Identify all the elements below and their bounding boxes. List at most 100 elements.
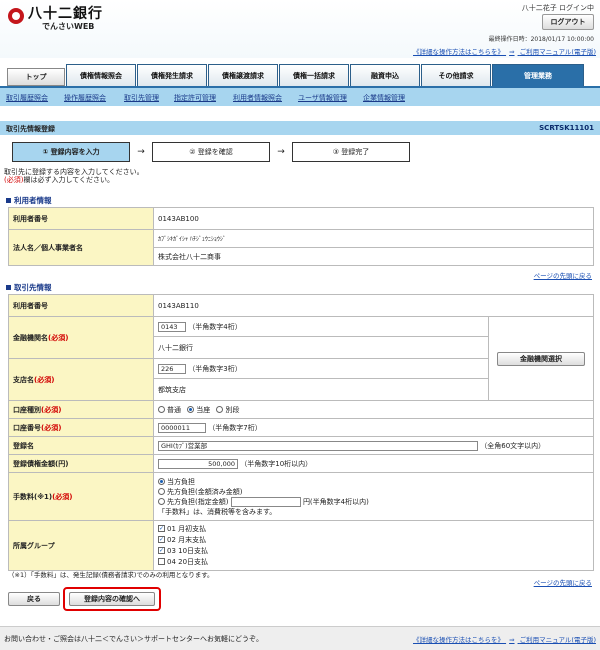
table-row: 法人名／個人事業者名 ｶﾌﾞｼｷｶﾞｲｼｬ ﾊﾁｼﾞｭｳﾆｼｮｳｼﾞ: [8, 229, 594, 266]
subnav-user-info[interactable]: 利用者情報照会: [233, 93, 282, 103]
company-name: 株式会社八十二商事: [153, 247, 594, 266]
arrow-right-icon: →: [137, 147, 145, 157]
table-row: 利用者番号 0143AB100: [8, 207, 594, 230]
back-button[interactable]: 戻る: [8, 592, 60, 606]
footer-detail-link[interactable]: 《詳細な操作方法はこちらを》: [413, 636, 504, 644]
subnav-user-management[interactable]: ユーザ情報管理: [298, 93, 347, 103]
confirm-button[interactable]: 登録内容の確認へ: [69, 592, 155, 606]
tab-financing[interactable]: 融資申込: [350, 64, 420, 86]
account-no-input[interactable]: 0000011: [158, 422, 206, 433]
amount-cell: 500,000 （半角数字10桁以内）: [153, 454, 594, 473]
header: 八十二銀行 でんさいWEB 八十二花子 ログイン中 ログアウト 最終操作日時：2…: [0, 0, 600, 58]
footer-links: 《詳細な操作方法はこちらを》 ⇒ ご利用マニュアル(電子版): [413, 634, 596, 644]
instruction-line-2: 欄は必ず入力してください。: [23, 176, 115, 184]
go-top-link[interactable]: ページの先頭に戻る: [534, 270, 592, 280]
tab-bulk-request[interactable]: 債権一括請求: [279, 64, 349, 86]
tab-top[interactable]: トップ: [7, 68, 65, 86]
table-row: 口座番号(必須) 0000011 （半角数字7桁）: [8, 418, 594, 437]
bank-code-hint: （半角数字4桁）: [188, 322, 242, 331]
radio-fee-own[interactable]: [158, 478, 165, 485]
company-name-kana: ｶﾌﾞｼｷｶﾞｲｼｬ ﾊﾁｼﾞｭｳﾆｼｮｳｼﾞ: [153, 229, 594, 248]
radio-futsu[interactable]: [158, 406, 165, 413]
tab-credit-inquiry[interactable]: 債権情報照会: [66, 64, 136, 86]
logo-subtitle: でんさいWEB: [42, 22, 95, 31]
bank-select-button[interactable]: 金融機関選択: [497, 351, 585, 366]
section-partner-info: 取引先情報: [6, 282, 52, 293]
table-row: 登録債権金額(円) 500,000 （半角数字10桁以内）: [8, 454, 594, 473]
instructions: 取引先に登録する内容を入力してください。 (必須)欄は必ず入力してください。: [4, 168, 144, 184]
footer-contact: お問い合わせ・ご照会は八十二＜でんさい＞サポートセンターへお気軽にどうぞ。: [4, 635, 263, 643]
user-info-table: 利用者番号 0143AB100 法人名／個人事業者名 ｶﾌﾞｼｷｶﾞｲｼｬ ﾊﾁ…: [8, 207, 594, 266]
bank-code-cell: 0143 （半角数字4桁）: [153, 316, 489, 337]
subnav-partner-management[interactable]: 取引先管理: [124, 93, 159, 103]
bank-logo: 八十二銀行 でんさいWEB: [8, 6, 103, 32]
subnav-permission-management[interactable]: 指定許可管理: [174, 93, 216, 103]
table-row: 手数料(※1)(必須) 当方負担 先方負担(金額済み金額) 先方負担(指定金額)…: [8, 472, 594, 521]
confirm-highlight: 登録内容の確認へ: [63, 587, 161, 611]
branch-name-value: 都筑支店: [153, 378, 489, 401]
required-mark: (必須): [4, 176, 24, 184]
table-row: 金融機関名(必須) 0143 （半角数字4桁） 金融機関選択: [8, 316, 594, 401]
subnav-company-management[interactable]: 企業情報管理: [363, 93, 405, 103]
fee-note: 「手数料」は、消費税等を含みます。: [158, 507, 277, 516]
subnav-transaction-history[interactable]: 取引履歴照会: [6, 93, 48, 103]
table-row: 口座種別(必須) 普通 当座 別段: [8, 400, 594, 419]
logo-text: 八十二銀行: [28, 6, 103, 22]
manual-link[interactable]: ご利用マニュアル(電子版): [520, 48, 596, 56]
branch-code-cell: 226 （半角数字3桁）: [153, 358, 489, 379]
register-name-input[interactable]: GHI(ｶﾌﾞ)営業部: [158, 440, 478, 451]
arrow-icon: ⇒: [509, 636, 515, 644]
go-top-link[interactable]: ページの先頭に戻る: [534, 577, 592, 587]
branch-code-input[interactable]: 226: [158, 363, 186, 374]
screen-code: SCRTSK11101: [539, 124, 594, 132]
account-no-cell: 0000011 （半角数字7桁）: [153, 418, 594, 437]
checkbox-group-03[interactable]: ✓: [158, 547, 165, 554]
bank-code-input[interactable]: 0143: [158, 321, 186, 332]
subnav-operation-history[interactable]: 操作履歴照会: [64, 93, 106, 103]
tab-credit-transfer[interactable]: 債権譲渡請求: [208, 64, 278, 86]
branch-label: 支店名(必須): [8, 358, 154, 401]
arrow-icon: ⇒: [509, 48, 515, 56]
user-no-value: 0143AB100: [153, 207, 594, 230]
company-name-label: 法人名／個人事業者名: [8, 229, 154, 266]
branch-code-hint: （半角数字3桁）: [188, 364, 242, 373]
checkbox-group-01[interactable]: ✓: [158, 525, 165, 532]
help-links: 《詳細な操作方法はこちらを》 ⇒ ご利用マニュアル(電子版): [413, 46, 596, 56]
footer: お問い合わせ・ご照会は八十二＜でんさい＞サポートセンターへお気軽にどうぞ。 《詳…: [0, 626, 600, 650]
radio-betsudan[interactable]: [216, 406, 224, 413]
tab-credit-issue[interactable]: 債権発生請求: [137, 64, 207, 86]
footer-manual-link[interactable]: ご利用マニュアル(電子版): [520, 636, 596, 644]
logout-button[interactable]: ログアウト: [542, 14, 594, 30]
checkbox-group-02[interactable]: ✓: [158, 536, 165, 543]
amount-input[interactable]: 500,000: [158, 458, 238, 469]
register-name-hint: （全角60文字以内）: [480, 441, 546, 450]
bank-select-cell: 金融機関選択: [488, 316, 594, 401]
register-name-label: 登録名: [8, 436, 154, 455]
step-indicator: ① 登録内容を入力 → ② 登録を確認 → ③ 登録完了: [12, 142, 410, 162]
radio-fee-partner[interactable]: [158, 488, 165, 495]
sub-navigation: 取引履歴照会 操作履歴照会 取引先管理 指定許可管理 利用者情報照会 ユーザ情報…: [0, 86, 600, 106]
partner-user-no-label: 利用者番号: [8, 294, 154, 317]
section-user-info: 利用者情報: [6, 195, 52, 206]
account-type-options: 普通 当座 別段: [153, 400, 594, 419]
bank-name-label: 金融機関名(必須): [8, 316, 154, 359]
page-title: 取引先情報登録: [6, 125, 55, 133]
arrow-right-icon: →: [277, 147, 285, 157]
last-operation-time: 最終操作日時：2018/01/17 10:00:00: [488, 36, 594, 43]
partner-user-no-value: 0143AB110: [153, 294, 594, 317]
table-row: 所属グループ ✓ 01 月初支払 ✓ 02 月末支払 ✓ 03 10日支払 04 20…: [8, 520, 594, 571]
table-row: 利用者番号 0143AB110: [8, 294, 594, 317]
radio-fee-specified[interactable]: [158, 498, 165, 505]
fee-amount-input[interactable]: [230, 496, 301, 507]
amount-label: 登録債権金額(円): [8, 454, 154, 473]
group-options: ✓ 01 月初支払 ✓ 02 月末支払 ✓ 03 10日支払 04 20日支払: [153, 520, 594, 571]
user-status: 八十二花子 ログイン中: [521, 4, 594, 12]
tab-other-request[interactable]: その他請求: [421, 64, 491, 86]
checkbox-group-04[interactable]: [158, 558, 165, 565]
detail-operation-link[interactable]: 《詳細な操作方法はこちらを》: [413, 48, 504, 56]
radio-toza[interactable]: [187, 406, 195, 413]
instruction-line-1: 取引先に登録する内容を入力してください。: [4, 168, 144, 176]
group-label: 所属グループ: [8, 520, 154, 571]
tab-management[interactable]: 管理業務: [492, 64, 584, 86]
step-confirm: ② 登録を確認: [152, 142, 270, 162]
